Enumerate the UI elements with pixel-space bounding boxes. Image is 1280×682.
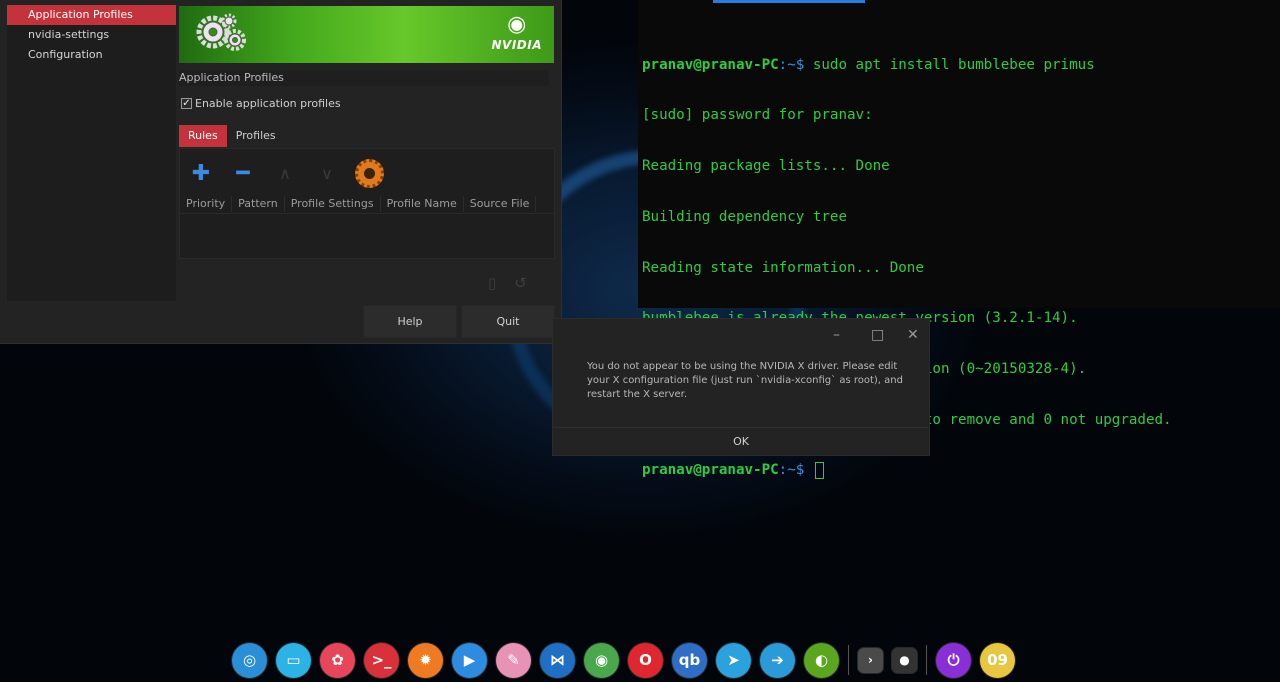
terminal-output-line: Reading state information... Done <box>642 259 924 276</box>
prompt-user: pranav@pranav-PC <box>642 462 779 479</box>
profile-tabs: Rules Profiles <box>179 125 285 147</box>
clock-icon[interactable]: 09 <box>980 642 1015 678</box>
settings-icon[interactable]: ✹ <box>408 642 443 678</box>
prompt-path: :~$ <box>778 462 805 479</box>
dock: ◎ ▭ ✿ >_ ✹ ▶ ✎ ⋈ ◉ Oqb ➤ ➔ ◐ › ● ⏻ 09 <box>232 640 1015 680</box>
checkmark-icon[interactable]: ✓ <box>181 98 192 109</box>
vscode-icon[interactable]: ⋈ <box>540 642 575 678</box>
enable-profiles-label: Enable application profiles <box>195 97 341 110</box>
tray-expand-icon[interactable]: › <box>858 647 883 673</box>
add-rule-button[interactable]: ✚ <box>180 155 222 191</box>
close-icon[interactable]: ✕ <box>907 327 919 343</box>
nvidia-logo-text: NVIDIA <box>491 38 542 52</box>
edit-rule-button[interactable] <box>348 155 390 191</box>
terminal-command <box>804 462 813 478</box>
prompt-path: :~$ <box>778 56 805 73</box>
sidebar-item-application-profiles[interactable]: Application Profiles <box>7 5 176 25</box>
rules-toolbar: ✚ ━ ∧ ∨ <box>180 153 390 193</box>
dock-separator <box>926 645 927 675</box>
terminal-output-line: Reading package lists... Done <box>642 158 890 175</box>
torrent-icon[interactable]: qb <box>672 642 707 678</box>
enable-profiles-checkbox[interactable]: ✓ Enable application profiles <box>181 97 341 110</box>
chrome-icon[interactable]: ◉ <box>584 642 619 678</box>
terminal-output-line: Building dependency tree <box>642 208 847 225</box>
gear-icon <box>354 158 384 188</box>
terminal-icon[interactable]: >_ <box>364 642 399 678</box>
column-priority[interactable]: Priority <box>180 196 233 212</box>
maximize-icon[interactable]: □ <box>871 327 884 343</box>
app-store-icon[interactable]: ✿ <box>320 642 355 678</box>
dialog-message: You do not appear to be using the NVIDIA… <box>587 361 903 400</box>
telegram-icon[interactable]: ➤ <box>716 642 751 678</box>
deepin-launcher-icon[interactable]: ◎ <box>232 642 267 678</box>
sidebar-item-nvidia-settings-configuration[interactable]: nvidia-settings Configuration <box>7 25 176 61</box>
column-source-file[interactable]: Source File <box>464 196 537 212</box>
terminal-tab-indicator <box>713 0 865 3</box>
power-icon[interactable]: ⏻ <box>936 642 971 678</box>
ok-button[interactable]: OK <box>553 428 929 456</box>
tray-record-icon[interactable]: ● <box>892 647 917 673</box>
rules-table-body <box>180 213 554 259</box>
reload-icon[interactable]: ↺ <box>514 274 527 292</box>
terminal-window[interactable]: pranav@pranav-PC:~$ sudo apt install bum… <box>638 0 1280 480</box>
terminal-output-line: [sudo] password for pranav: <box>642 107 873 124</box>
remove-rule-button[interactable]: ━ <box>222 155 264 191</box>
terminal-cursor <box>814 462 824 480</box>
terminal-command: sudo apt install bumblebee primus <box>804 56 1095 73</box>
help-button[interactable]: Help <box>363 305 457 338</box>
nvidia-icon[interactable]: ◐ <box>804 642 839 678</box>
warning-dialog: – □ ✕ You do not appear to be using the … <box>552 318 930 456</box>
rules-panel: ✚ ━ ∧ ∨ Priority Pattern Profile Setting… <box>179 148 555 259</box>
column-profile-settings[interactable]: Profile Settings <box>285 196 381 212</box>
move-up-button[interactable]: ∧ <box>264 155 306 191</box>
media-player-icon[interactable]: ▶ <box>452 642 487 678</box>
nvidia-settings-window: Application Profiles nvidia-settings Con… <box>0 0 562 344</box>
rules-table-header: Priority Pattern Profile Settings Profil… <box>180 196 537 212</box>
quit-button[interactable]: Quit <box>461 305 555 338</box>
sidebar: Application Profiles nvidia-settings Con… <box>7 5 176 301</box>
nvidia-banner: ◉ NVIDIA <box>179 6 554 63</box>
column-profile-name[interactable]: Profile Name <box>381 196 464 212</box>
nvidia-logo: ◉ NVIDIA <box>491 12 542 52</box>
transfer-icon[interactable]: ➔ <box>760 642 795 678</box>
prompt-user: pranav@pranav-PC <box>642 56 779 73</box>
column-pattern[interactable]: Pattern <box>232 196 285 212</box>
section-title: Application Profiles <box>179 70 549 86</box>
opera-icon[interactable]: O <box>628 642 663 678</box>
minimize-icon[interactable]: – <box>833 327 840 343</box>
tab-profiles[interactable]: Profiles <box>227 125 285 147</box>
save-file-icon[interactable]: ▯ <box>488 274 496 292</box>
drawing-icon[interactable]: ✎ <box>496 642 531 678</box>
move-down-button[interactable]: ∨ <box>306 155 348 191</box>
nvidia-eye-icon: ◉ <box>507 12 527 37</box>
tab-rules[interactable]: Rules <box>179 125 227 147</box>
file-manager-icon[interactable]: ▭ <box>276 642 311 678</box>
gears-icon <box>196 13 246 51</box>
dock-separator <box>848 645 849 675</box>
panel-actions: ▯ ↺ <box>488 274 527 292</box>
